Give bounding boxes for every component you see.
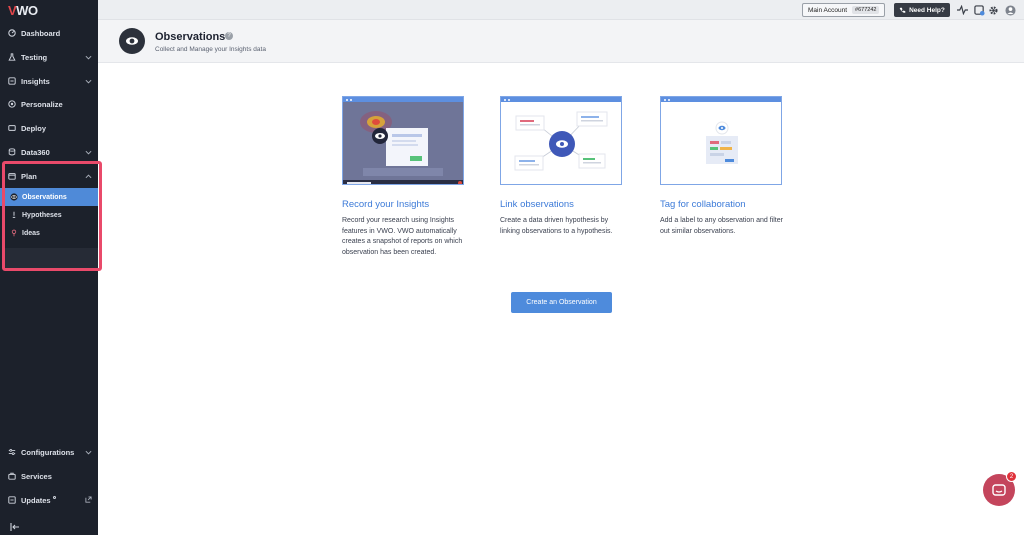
dashboard-icon	[7, 29, 16, 38]
need-help-label: Need Help?	[909, 6, 945, 14]
account-label: Main Account	[808, 6, 848, 14]
chat-badge: 2	[1006, 471, 1017, 482]
card-description: Add a label to any observation and filte…	[660, 217, 783, 235]
activity-icon[interactable]	[956, 4, 968, 16]
page-title: Observations	[155, 31, 226, 43]
sidebar-item-label: Testing	[21, 52, 48, 62]
sidebar: VWO Dashboard Testing Insights Personali…	[0, 0, 102, 535]
sidebar-item-deploy[interactable]: Deploy	[0, 116, 98, 140]
sidebar-item-label: Updates	[21, 495, 51, 505]
sidebar-item-label: Configurations	[21, 447, 75, 457]
card-title: Tag for collaboration	[660, 199, 746, 210]
settings-gear-icon[interactable]	[987, 4, 999, 16]
sidebar-item-configurations[interactable]: Configurations	[0, 440, 98, 464]
target-icon	[7, 100, 16, 109]
card-description: Create a data driven hypothesis by linki…	[500, 217, 613, 235]
chevron-down-icon	[85, 448, 92, 457]
sidebar-item-label: Deploy	[21, 123, 47, 133]
sidebar-item-label: Dashboard	[21, 28, 61, 38]
link-observations-illustration	[500, 96, 622, 185]
database-icon	[7, 148, 16, 157]
collapse-sidebar-icon[interactable]	[10, 518, 22, 531]
update-dot-icon	[52, 496, 56, 499]
record-insights-illustration	[342, 96, 464, 185]
sliders-icon	[7, 448, 16, 457]
insights-icon	[7, 77, 16, 86]
need-help-button[interactable]: Need Help?	[894, 3, 950, 17]
card-title: Record your Insights	[342, 199, 430, 210]
sidebar-item-label: Personalize	[21, 99, 63, 109]
sidebar-item-label: Insights	[21, 76, 50, 86]
sidebar-item-testing[interactable]: Testing	[0, 45, 98, 69]
observations-eye-icon	[119, 28, 145, 54]
chevron-down-icon	[85, 148, 92, 157]
create-observation-button[interactable]: Create an Observation	[511, 292, 612, 313]
user-avatar-icon[interactable]	[1004, 4, 1016, 16]
phone-icon	[899, 7, 906, 13]
updates-icon	[7, 496, 16, 505]
chevron-down-icon	[85, 53, 92, 62]
sidebar-item-insights[interactable]: Insights	[0, 69, 98, 93]
sidebar-item-personalize[interactable]: Personalize	[0, 92, 98, 116]
account-switcher[interactable]: Main Account #677242	[802, 3, 886, 17]
card-title: Link observations	[500, 199, 574, 210]
sidebar-item-dashboard[interactable]: Dashboard	[0, 21, 98, 45]
deploy-icon	[7, 124, 16, 133]
card-tag-collaboration: Tag for collaboration Add a label to any…	[660, 96, 784, 237]
chevron-down-icon	[85, 77, 92, 86]
account-id: #677242	[852, 6, 880, 14]
sidebar-item-label: Services	[21, 471, 52, 481]
sidebar-item-label: Data360	[21, 147, 50, 157]
page-header: Observations ? Collect and Manage your I…	[98, 20, 1024, 63]
help-question-icon[interactable]: ?	[225, 32, 233, 40]
briefcase-icon	[7, 472, 16, 481]
tag-collaboration-illustration	[660, 96, 782, 185]
external-link-icon	[85, 496, 92, 505]
vwo-logo[interactable]: VWO	[8, 3, 38, 18]
card-link-observations: Link observations Create a data driven h…	[500, 96, 624, 237]
chat-icon	[992, 483, 1006, 496]
plan-highlight-box	[2, 161, 102, 271]
flask-icon	[7, 53, 16, 62]
top-bar	[98, 0, 1024, 20]
notifications-icon[interactable]	[973, 4, 985, 16]
page-subtitle: Collect and Manage your Insights data	[155, 46, 266, 53]
card-description: Record your research using Insights feat…	[342, 217, 463, 256]
sidebar-item-services[interactable]: Services	[0, 464, 98, 488]
sidebar-item-updates[interactable]: Updates	[0, 488, 98, 512]
card-record-insights: Record your Insights Record your researc…	[342, 96, 466, 258]
